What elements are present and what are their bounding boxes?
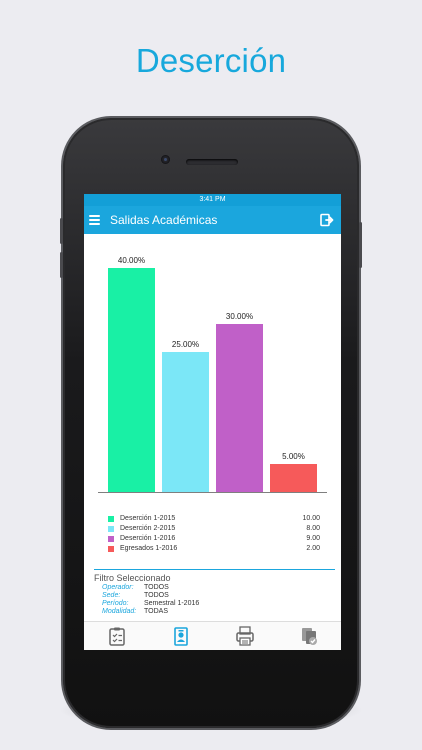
legend-swatch xyxy=(108,536,114,542)
filter-value: TODAS xyxy=(144,608,168,615)
filter-row: Modalidad: TODAS xyxy=(94,608,335,616)
legend-value: 9.00 xyxy=(306,535,320,542)
status-bar: 3:41 PM xyxy=(84,194,341,206)
chart-bar[interactable] xyxy=(108,268,155,492)
chart-bar[interactable] xyxy=(162,352,209,492)
legend-value: 10.00 xyxy=(302,515,320,522)
filter-title: Filtro Seleccionado xyxy=(94,573,171,583)
bar-chart: 40.00% 25.00% 30.00% 5.00% xyxy=(98,256,327,493)
bar-data-label: 25.00% xyxy=(172,340,199,349)
chart-bar[interactable] xyxy=(216,324,263,492)
legend-swatch xyxy=(108,526,114,532)
legend-value: 8.00 xyxy=(306,525,320,532)
legend-label: Egresados 1-2016 xyxy=(120,545,178,552)
legend-label: Deserción 1-2016 xyxy=(120,535,176,542)
phone-volume-up-button xyxy=(60,218,63,244)
student-id-icon[interactable] xyxy=(170,625,192,647)
legend-swatch xyxy=(108,546,114,552)
filter-value: TODOS xyxy=(144,584,169,591)
bar-data-label: 30.00% xyxy=(226,312,253,321)
logout-icon[interactable] xyxy=(320,213,334,227)
app-screen: 3:41 PM Salidas Académicas 40.00% 25.00% 3… xyxy=(84,194,341,650)
phone-volume-down-button xyxy=(60,252,63,278)
legend-item[interactable]: Deserción 1-2016 9.00 xyxy=(106,534,320,544)
legend-label: Deserción 2-2015 xyxy=(120,525,176,532)
report-printer-icon[interactable] xyxy=(234,625,256,647)
legend-item[interactable]: Deserción 2-2015 8.00 xyxy=(106,524,320,534)
filter-row: Período: Semestral 1-2016 xyxy=(94,600,335,608)
legend-label: Deserción 1-2015 xyxy=(120,515,176,522)
filter-value: Semestral 1-2016 xyxy=(144,600,200,607)
chart-bar[interactable] xyxy=(270,464,317,492)
filter-panel: Filtro Seleccionado Operador: TODOS Sede: T… xyxy=(94,573,335,616)
front-camera xyxy=(161,155,170,164)
nav-title: Salidas Académicas xyxy=(110,213,218,227)
chart-legend: Deserción 1-2015 10.00 Deserción 2-2015 8.0… xyxy=(106,514,320,554)
filter-row: Operador: TODOS xyxy=(94,584,335,592)
filter-row: Sede: TODOS xyxy=(94,592,335,600)
status-time: 3:41 PM xyxy=(199,196,226,203)
legend-item[interactable]: Deserción 1-2015 10.00 xyxy=(106,514,320,524)
legend-item[interactable]: Egresados 1-2016 2.00 xyxy=(106,544,320,554)
tab-bar xyxy=(84,621,341,650)
filter-value: TODOS xyxy=(144,592,169,599)
bar-data-label: 5.00% xyxy=(282,452,305,461)
documents-check-icon[interactable] xyxy=(298,625,320,647)
navigation-bar: Salidas Académicas xyxy=(84,206,341,234)
page-headline: Deserción xyxy=(135,42,287,79)
legend-value: 2.00 xyxy=(306,545,320,552)
legend-swatch xyxy=(108,516,114,522)
bar-data-label: 40.00% xyxy=(118,256,145,265)
earpiece-speaker xyxy=(186,159,238,165)
phone-side-button xyxy=(359,222,362,268)
filter-divider xyxy=(94,569,335,570)
hamburger-menu-icon[interactable] xyxy=(89,215,100,225)
clipboard-checklist-icon[interactable] xyxy=(106,625,128,647)
